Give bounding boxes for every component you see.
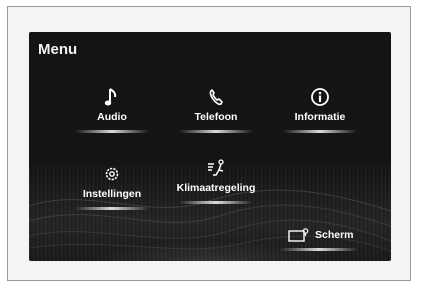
informatie-label: Informatie [294,111,346,123]
screen-icon [288,227,310,248]
telefoon-label: Telefoon [194,111,238,123]
klimaatregeling-highlight [179,201,253,204]
music-note-icon [67,87,157,109]
audio-highlight [75,130,149,133]
phone-icon [171,87,261,109]
scherm-label: Scherm [315,229,354,241]
instellingen-label: Instellingen [82,188,142,200]
telefoon-highlight [179,130,253,133]
info-icon [275,87,365,109]
klimaatregeling-label: Klimaatregeling [176,182,256,194]
gear-icon [67,164,157,186]
informatie-highlight [283,130,357,133]
scherm-button[interactable]: Scherm [274,225,364,251]
instellingen-button[interactable]: Instellingen [67,164,157,210]
klimaatregeling-button[interactable]: Klimaatregeling [171,158,261,204]
telefoon-button[interactable]: Telefoon [171,87,261,133]
head-unit-screen: Menu Audio Telefoon Informatie Instellin… [29,32,391,261]
instellingen-highlight [75,207,149,210]
audio-label: Audio [97,111,127,123]
informatie-button[interactable]: Informatie [275,87,365,133]
page-title: Menu [38,41,78,58]
audio-button[interactable]: Audio [67,87,157,133]
scherm-highlight [280,248,358,251]
climate-icon [171,158,261,180]
